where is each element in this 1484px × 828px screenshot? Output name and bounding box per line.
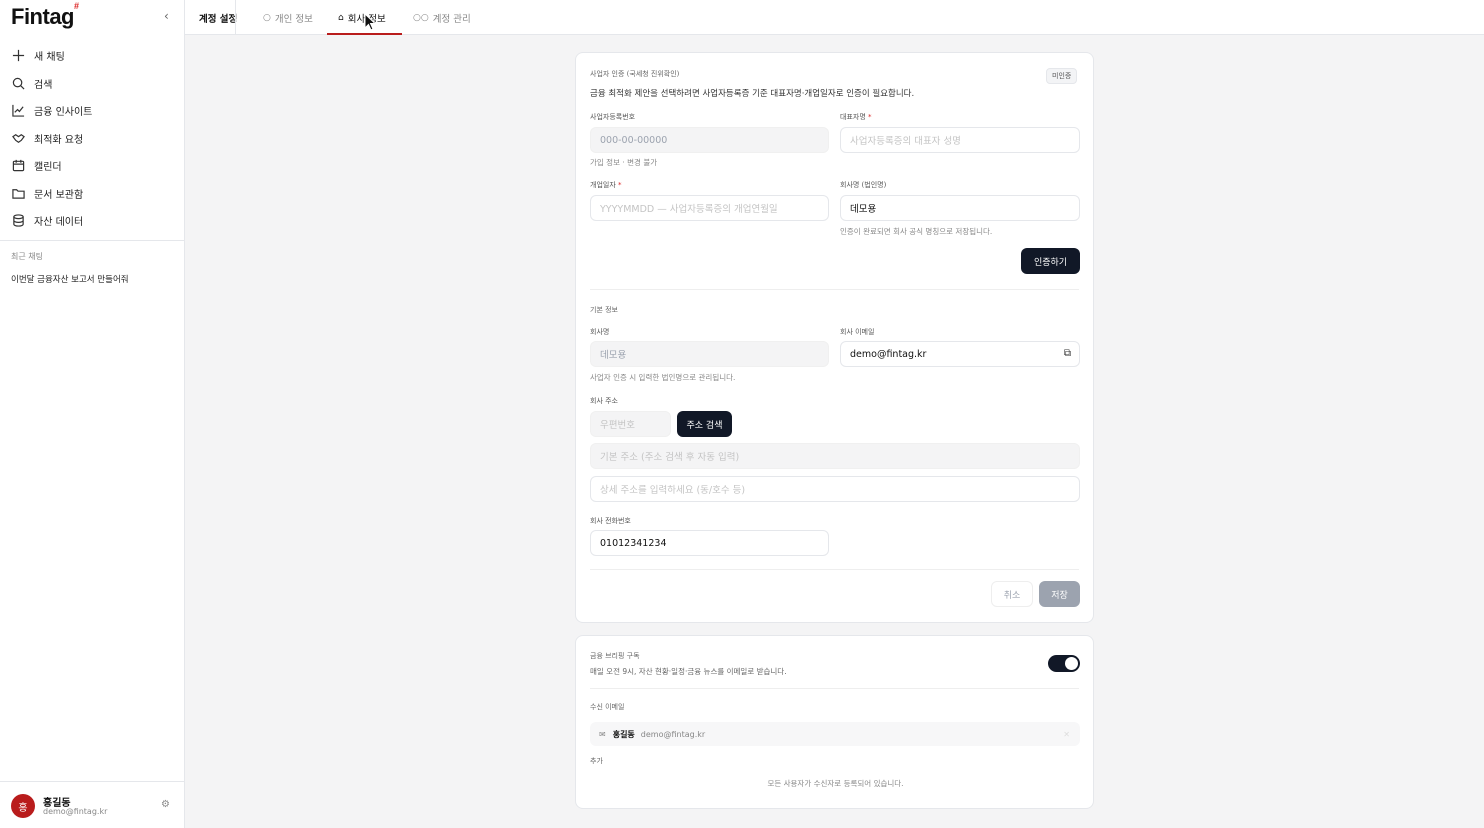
sidebar-item-calendar[interactable]: 캘린더	[0, 152, 184, 180]
company-email-input[interactable]: demo@fintag.kr ⧉	[840, 341, 1080, 367]
sidebar-item-label: 검색	[34, 79, 53, 91]
search-icon	[12, 77, 25, 90]
tab-personal-info[interactable]: ○ 개인 정보	[263, 0, 313, 35]
sidebar-item-label: 문서 보관함	[34, 189, 84, 201]
user-email: demo@fintag.kr	[43, 807, 108, 816]
brn-label: 사업자등록번호	[590, 113, 636, 121]
tab-divider	[235, 0, 236, 35]
company-name-field: 데모용	[590, 341, 829, 367]
tab-label: 개인 정보	[274, 13, 313, 25]
collapse-sidebar-icon[interactable]: ‹	[164, 9, 169, 23]
all-registered-note: 모든 사용자가 수신자로 등록되어 있습니다.	[767, 779, 904, 788]
recent-chats-title: 최근 채팅	[11, 252, 43, 261]
company-info-card: 사업자 인증 (국세청 진위확인) 미인증 금융 최적화 제안을 선택하려면 사…	[575, 52, 1094, 623]
section-divider	[590, 569, 1079, 570]
sidebar-nav: 새 채팅 검색 금융 인사이트 최적화 요청 캘린더 문서 보관함 자산 데이터	[0, 42, 184, 235]
brn-field: 000-00-00000	[590, 127, 829, 153]
recipient-name: 홍길동	[612, 729, 635, 739]
sidebar-item-label: 최적화 요청	[34, 134, 84, 146]
address-search-button[interactable]: 주소 검색	[677, 411, 732, 437]
company-phone-label: 회사 전화번호	[590, 517, 631, 525]
company-address-label: 회사 주소	[590, 397, 618, 405]
corp-name-label: 회사명 (법인명)	[840, 181, 887, 189]
users-icon: ○○	[413, 12, 429, 23]
briefing-toggle[interactable]	[1048, 655, 1080, 672]
database-icon	[13, 214, 24, 227]
sidebar-item-label: 새 채팅	[34, 52, 65, 64]
open-date-label: 개업일자 *	[590, 181, 622, 189]
section-divider	[590, 289, 1079, 290]
handshake-icon	[12, 133, 25, 143]
settings-tabs: 계정 설정 ○ 개인 정보 ⌂ 회사 정보 ○○ 계정 관리	[185, 0, 1484, 35]
page-title: 계정 설정	[199, 13, 238, 25]
detail-address-input[interactable]: 상세 주소를 입력하세요 (동/호수 등)	[590, 476, 1080, 502]
brn-hint: 가입 정보 · 변경 불가	[590, 158, 658, 167]
remove-recipient-icon[interactable]: ✕	[1063, 730, 1070, 739]
fintag-logo[interactable]: Fintag#	[11, 1, 79, 30]
base-address-input: 기본 주소 (주소 검색 후 자동 입력)	[590, 443, 1080, 469]
company-name-label: 회사명	[590, 328, 610, 336]
avatar: 홍	[11, 794, 35, 818]
sidebar: Fintag# ‹ 새 채팅 검색 금융 인사이트 최적화 요청 캘린더 문서 …	[0, 0, 185, 828]
building-icon: ⌂	[338, 12, 344, 23]
mouse-cursor-icon	[364, 13, 376, 31]
sidebar-item-insight[interactable]: 금융 인사이트	[0, 97, 184, 125]
sidebar-item-optimize[interactable]: 최적화 요청	[0, 125, 184, 153]
briefing-description: 매일 오전 9시, 자산 현황·일정·금융 뉴스를 이메일로 받습니다.	[590, 667, 787, 676]
section-divider	[590, 688, 1079, 689]
status-badge: 미인증	[1046, 68, 1078, 84]
recipients-label: 수신 이메일	[590, 703, 625, 711]
tab-company-info[interactable]: ⌂ 회사 정보	[338, 0, 386, 35]
verify-button[interactable]: 인증하기	[1021, 248, 1080, 274]
mail-icon: ✉	[599, 729, 606, 739]
sidebar-item-search[interactable]: 검색	[0, 70, 184, 98]
sidebar-item-new-chat[interactable]: 새 채팅	[0, 42, 184, 70]
folder-icon	[12, 188, 25, 199]
sidebar-item-asset-data[interactable]: 자산 데이터	[0, 207, 184, 235]
basic-info-title: 기본 정보	[590, 306, 618, 314]
sidebar-item-label: 금융 인사이트	[34, 107, 93, 119]
company-email-value: demo@fintag.kr	[850, 348, 927, 360]
corp-name-input[interactable]: 데모용	[840, 195, 1080, 221]
company-name-hint: 사업자 인증 시 입력한 법인명으로 관리됩니다.	[590, 373, 736, 382]
user-profile[interactable]: 홍 홍길동 demo@fintag.kr ⚙	[0, 781, 184, 828]
plus-icon	[12, 50, 25, 62]
sidebar-divider	[0, 240, 184, 241]
rep-name-input[interactable]: 사업자등록증의 대표자 성명	[840, 127, 1080, 153]
tab-label: 계정 관리	[432, 13, 471, 25]
verify-section-title: 사업자 인증 (국세청 진위확인)	[590, 70, 680, 78]
recipient-row: ✉ 홍길동 demo@fintag.kr ✕	[590, 722, 1080, 746]
chart-icon	[12, 105, 25, 117]
recent-chat-item[interactable]: 이번달 금융자산 보고서 만들어줘	[11, 273, 129, 285]
rep-name-label: 대표자명 *	[840, 113, 872, 121]
calendar-icon	[12, 160, 25, 172]
recipient-email: demo@fintag.kr	[640, 729, 706, 739]
active-tab-indicator	[327, 33, 402, 35]
user-icon: ○	[263, 12, 271, 23]
cancel-button[interactable]: 취소	[991, 581, 1033, 607]
contact-card-icon[interactable]: ⧉	[1064, 348, 1071, 359]
sidebar-item-label: 자산 데이터	[34, 217, 84, 229]
open-date-input[interactable]: YYYYMMDD — 사업자등록증의 개업연월일	[590, 195, 829, 221]
company-phone-input[interactable]: 01012341234	[590, 530, 829, 556]
corp-name-hint: 인증이 완료되면 회사 공식 명칭으로 저장됩니다.	[840, 227, 993, 236]
settings-icon[interactable]: ⚙	[161, 799, 170, 810]
add-recipient-label[interactable]: 추가	[590, 756, 603, 766]
tab-account-management[interactable]: ○○ 계정 관리	[413, 0, 471, 35]
briefing-title: 금융 브리핑 구독	[590, 652, 640, 660]
save-button[interactable]: 저장	[1039, 581, 1080, 607]
briefing-card: 금융 브리핑 구독 매일 오전 9시, 자산 현황·일정·금융 뉴스를 이메일로…	[575, 635, 1094, 809]
sidebar-item-documents[interactable]: 문서 보관함	[0, 180, 184, 208]
company-email-label: 회사 이메일	[840, 328, 875, 336]
verify-description: 금융 최적화 제안을 선택하려면 사업자등록증 기준 대표자명·개업일자로 인증…	[590, 89, 915, 99]
zip-input: 우편번호	[590, 411, 671, 437]
sidebar-item-label: 캘린더	[34, 162, 62, 174]
